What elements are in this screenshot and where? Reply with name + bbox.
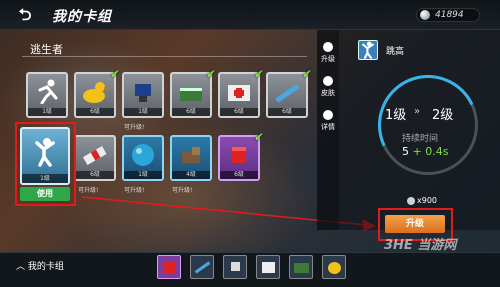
card-level: 6级 — [220, 171, 258, 179]
category-label: 逃生者 — [30, 43, 63, 56]
bandage-icon — [82, 146, 107, 165]
crate-icon — [294, 263, 309, 273]
card-red-cube[interactable]: 6级 ✔ — [218, 130, 264, 181]
deck-slot-red-cube[interactable] — [157, 255, 181, 279]
duck-icon — [328, 262, 341, 274]
check-icon: ✔ — [301, 67, 312, 81]
deck-slot-medkit[interactable] — [256, 255, 280, 279]
card-level: 4级 — [172, 171, 210, 179]
card-level: 1级 — [124, 108, 162, 116]
jumping-man-icon — [358, 40, 378, 60]
card-level: 1级 — [124, 171, 162, 179]
bubble-icon — [132, 144, 154, 166]
tab-bar: 升级 皮肤 详情 — [317, 30, 339, 230]
crate-icon — [180, 88, 202, 101]
card-bandage[interactable]: 6级 — [74, 135, 116, 181]
card-level: 6级 — [220, 108, 258, 116]
upgradable-label: 可升级! — [172, 187, 193, 194]
level-from: 1级 — [385, 108, 407, 123]
game-screen: ⮌ 我的卡组 41894 逃生者 1级 6级 ✔ 1级 6级 ✔ 6级 ✔ 6级 ✔ 6级 1级 4级 6… — [0, 0, 500, 287]
upgrade-icon — [323, 42, 333, 52]
check-icon: ✔ — [205, 67, 216, 81]
card-level: 6级 — [268, 108, 306, 116]
skin-icon — [323, 76, 333, 86]
upgradable-label: 可升级! — [78, 187, 99, 194]
medkit-icon — [262, 262, 275, 273]
coin-icon — [420, 10, 430, 20]
runner-icon — [38, 79, 58, 104]
tab-details[interactable]: 详情 — [317, 110, 339, 132]
upgradable-label: 可升级! — [124, 187, 145, 194]
level-to: 2级 — [432, 108, 454, 123]
deck-slot-duck[interactable] — [322, 255, 346, 279]
red-cube-icon — [164, 261, 175, 273]
stat-label: 持续时间 — [402, 134, 439, 144]
medkit-icon — [228, 85, 250, 101]
level-arrow: » — [414, 106, 421, 117]
gun-icon — [275, 83, 300, 103]
currency-display: 41894 — [416, 8, 480, 22]
deck-slot-flag[interactable] — [223, 255, 247, 279]
stat-value: 5 + 0.4s — [402, 145, 449, 158]
bottom-bar — [0, 252, 500, 287]
card-crate[interactable]: 6级 ✔ — [170, 67, 216, 118]
check-icon: ✔ — [253, 67, 264, 81]
card-level: 6级 — [76, 171, 114, 179]
card-gun[interactable]: 6级 ✔ — [266, 67, 312, 118]
red-cube-icon — [232, 147, 246, 163]
check-icon: ✔ — [253, 130, 264, 144]
card-level: 6级 — [76, 108, 114, 116]
flag-icon — [231, 262, 240, 271]
watermark: 3HE 当游网 — [384, 238, 457, 253]
upgradable-label: 可升级! — [124, 124, 145, 131]
page-title: 我的卡组 — [52, 9, 112, 25]
top-bar: ⮌ 我的卡组 41894 — [0, 0, 500, 30]
card-level: 1级 — [28, 108, 66, 116]
highlight-box-card — [15, 122, 76, 206]
check-icon: ✔ — [109, 67, 120, 81]
card-level: 6级 — [172, 108, 210, 116]
stat-bonus: + 0.4s — [412, 145, 449, 158]
card-duck[interactable]: 6级 ✔ — [74, 67, 120, 118]
deck-slot-gun[interactable] — [190, 255, 214, 279]
card-runner[interactable]: 1级 — [26, 72, 68, 118]
card-bubble[interactable]: 1级 — [122, 135, 164, 181]
category-divider — [22, 56, 307, 57]
tab-skin[interactable]: 皮肤 — [317, 76, 339, 98]
duck-icon — [83, 82, 109, 103]
info-icon — [323, 110, 333, 120]
deck-slot-crate[interactable] — [289, 255, 313, 279]
card-flag[interactable]: 1级 — [122, 72, 164, 118]
gun-icon — [194, 261, 211, 274]
upgrade-cost: x900 — [407, 196, 437, 205]
currency-value: 41894 — [435, 10, 464, 20]
coin-icon — [407, 196, 415, 205]
flag-icon — [135, 84, 151, 102]
skill-name: 跳高 — [386, 47, 405, 57]
dog-icon — [182, 147, 200, 163]
card-medkit[interactable]: 6级 ✔ — [218, 67, 264, 118]
back-arrow-icon[interactable]: ⮌ — [12, 5, 38, 25]
deck-label[interactable]: ︿ 我的卡组 — [16, 259, 64, 272]
tab-upgrade[interactable]: 升级 — [317, 42, 339, 64]
card-dog[interactable]: 4级 — [170, 135, 212, 181]
